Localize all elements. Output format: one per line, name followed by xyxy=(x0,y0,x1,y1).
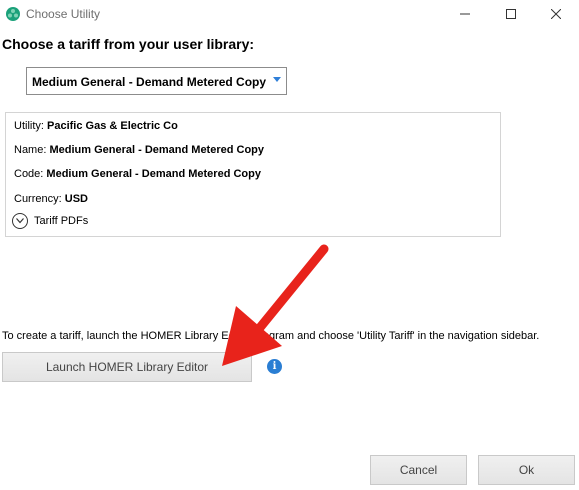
currency-value: USD xyxy=(64,193,88,205)
currency-label: Currency: xyxy=(14,193,62,205)
currency-row: Currency: USD xyxy=(14,193,88,205)
tariff-select-value: Medium General - Demand Metered Copy xyxy=(32,75,267,89)
utility-row: Utility: Pacific Gas & Electric Co xyxy=(14,120,178,132)
create-tariff-hint: To create a tariff, launch the HOMER Lib… xyxy=(2,330,540,342)
launch-library-editor-button[interactable]: Launch HOMER Library Editor xyxy=(2,352,252,382)
page-heading: Choose a tariff from your user library: xyxy=(2,36,255,52)
tariff-pdfs-label[interactable]: Tariff PDFs xyxy=(34,215,88,227)
close-icon xyxy=(551,9,561,19)
utility-label: Utility: xyxy=(14,120,44,132)
tariff-select[interactable]: Medium General - Demand Metered Copy xyxy=(26,67,287,95)
minimize-button[interactable] xyxy=(442,0,488,28)
window-title: Choose Utility xyxy=(26,7,101,21)
name-row: Name: Medium General - Demand Metered Co… xyxy=(14,144,264,156)
chevron-down-icon xyxy=(273,77,281,82)
name-value: Medium General - Demand Metered Copy xyxy=(49,144,265,156)
utility-value: Pacific Gas & Electric Co xyxy=(47,120,178,132)
title-bar: Choose Utility xyxy=(0,0,579,28)
close-button[interactable] xyxy=(533,0,579,28)
code-label: Code: xyxy=(14,168,44,180)
code-row: Code: Medium General - Demand Metered Co… xyxy=(14,168,261,180)
cancel-button[interactable]: Cancel xyxy=(370,455,467,485)
info-icon[interactable]: i xyxy=(267,359,282,374)
annotation-arrow-shaft xyxy=(253,244,329,335)
choose-utility-dialog: Choose Utility Choose a tariff from your… xyxy=(0,0,579,490)
tariff-details-panel: Utility: Pacific Gas & Electric Co Name:… xyxy=(5,112,501,237)
code-value: Medium General - Demand Metered Copy xyxy=(46,168,261,180)
expand-toggle-button[interactable] xyxy=(12,213,28,229)
maximize-button[interactable] xyxy=(488,0,534,28)
ok-button[interactable]: Ok xyxy=(478,455,575,485)
chevron-down-icon xyxy=(16,218,24,224)
maximize-icon xyxy=(506,9,516,19)
minimize-icon xyxy=(460,13,470,15)
homer-app-icon xyxy=(6,7,20,21)
name-label: Name: xyxy=(14,144,47,156)
